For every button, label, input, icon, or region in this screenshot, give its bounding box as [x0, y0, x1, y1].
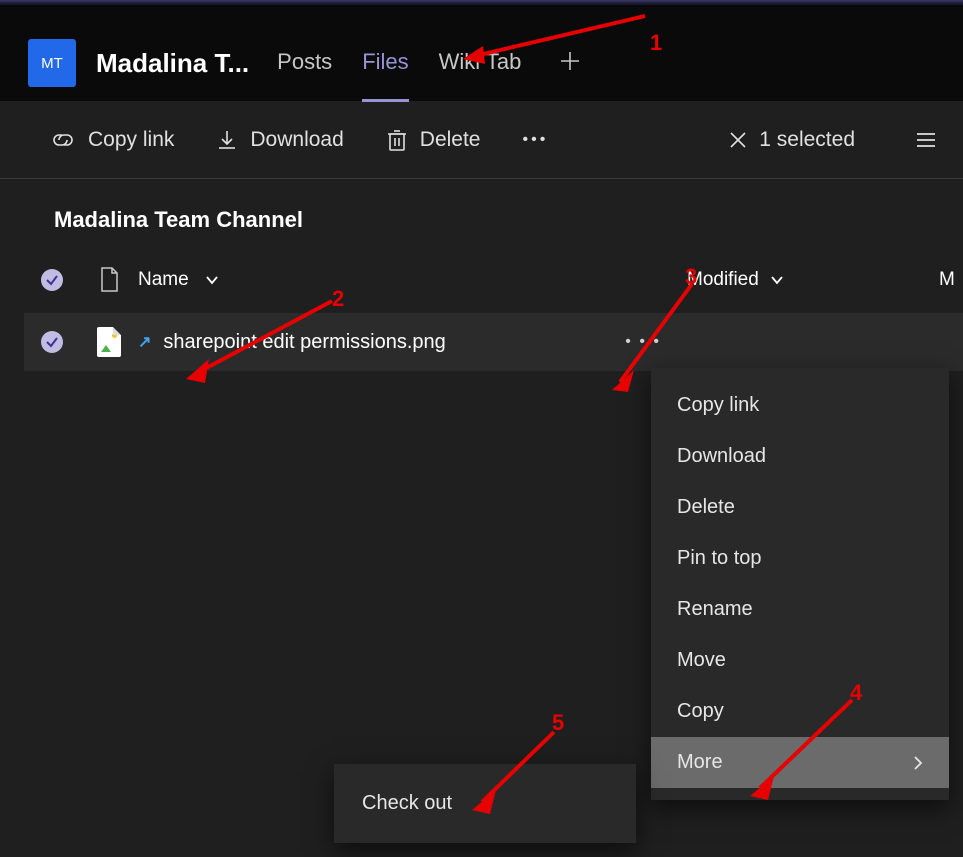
file-context-menu: Copy link Download Delete Pin to top Ren… [651, 368, 949, 800]
toolbar-download-label: Download [250, 128, 343, 152]
row-checkbox[interactable] [41, 331, 63, 353]
tab-wiki[interactable]: Wiki Tab [439, 25, 522, 102]
file-list: Name Modified M ↗ sharepoint edit permis… [0, 247, 963, 371]
tab-posts[interactable]: Posts [277, 25, 332, 102]
toolbar-delete[interactable]: Delete [386, 128, 481, 152]
list-icon [917, 131, 935, 149]
column-header-name-label: Name [138, 269, 189, 291]
team-title: Madalina T... [96, 48, 249, 79]
link-icon [50, 130, 76, 150]
more-icon: ••• [522, 131, 548, 149]
menu-download-label: Download [677, 445, 766, 468]
list-header-row: Name Modified M [24, 247, 963, 313]
menu-delete-label: Delete [677, 496, 735, 519]
chevron-down-icon [205, 275, 219, 285]
annotation-5: 5 [552, 710, 564, 736]
menu-more-label: More [677, 751, 723, 774]
menu-download[interactable]: Download [651, 431, 949, 482]
selection-count-label: 1 selected [759, 128, 855, 152]
menu-pin-to-top[interactable]: Pin to top [651, 533, 949, 584]
menu-copy-label: Copy [677, 700, 724, 723]
channel-header: MT Madalina T... Posts Files Wiki Tab [0, 7, 963, 101]
menu-rename-label: Rename [677, 598, 753, 621]
file-name: sharepoint edit permissions.png [163, 331, 445, 354]
channel-tabs: Posts Files Wiki Tab [277, 25, 589, 101]
menu-copy-link[interactable]: Copy link [651, 380, 949, 431]
window-top-strip [0, 0, 963, 7]
share-indicator-icon: ↗ [138, 332, 151, 352]
chevron-down-icon [770, 275, 784, 285]
plus-icon [559, 50, 581, 72]
column-header-modified[interactable]: Modified [679, 269, 939, 291]
menu-move-label: Move [677, 649, 726, 672]
column-header-name[interactable]: Name [138, 269, 679, 291]
select-all-checkbox[interactable] [41, 269, 63, 291]
team-avatar-badge[interactable]: MT [28, 39, 76, 87]
close-icon [729, 131, 747, 149]
row-more-button[interactable]: • • • [607, 333, 679, 351]
toolbar-more[interactable]: ••• [522, 131, 548, 149]
toolbar-delete-label: Delete [420, 128, 481, 152]
column-header-modified-by[interactable]: M [939, 269, 963, 291]
document-icon [99, 267, 119, 293]
selection-indicator[interactable]: 1 selected [729, 128, 855, 152]
menu-move[interactable]: Move [651, 635, 949, 686]
download-icon [216, 129, 238, 151]
column-header-modified-label: Modified [687, 269, 759, 290]
submenu-check-out[interactable]: Check out [334, 776, 636, 831]
chevron-right-icon [913, 755, 923, 771]
file-row[interactable]: ↗ sharepoint edit permissions.png • • • [24, 313, 963, 371]
image-file-icon [97, 327, 121, 357]
menu-more[interactable]: More [651, 737, 949, 788]
toolbar-overflow[interactable] [917, 131, 935, 149]
menu-rename[interactable]: Rename [651, 584, 949, 635]
toolbar-copy-link-label: Copy link [88, 128, 174, 152]
toolbar-download[interactable]: Download [216, 128, 343, 152]
menu-copy[interactable]: Copy [651, 686, 949, 737]
menu-delete[interactable]: Delete [651, 482, 949, 533]
file-toolbar: Copy link Download Delete ••• 1 selected [0, 101, 963, 179]
more-submenu: Check out [334, 764, 636, 843]
menu-copy-link-label: Copy link [677, 394, 759, 417]
toolbar-copy-link[interactable]: Copy link [50, 128, 174, 152]
add-tab-button[interactable] [551, 50, 589, 77]
trash-icon [386, 128, 408, 152]
tab-files[interactable]: Files [362, 25, 408, 102]
menu-pin-label: Pin to top [677, 547, 762, 570]
breadcrumb[interactable]: Madalina Team Channel [0, 179, 963, 247]
